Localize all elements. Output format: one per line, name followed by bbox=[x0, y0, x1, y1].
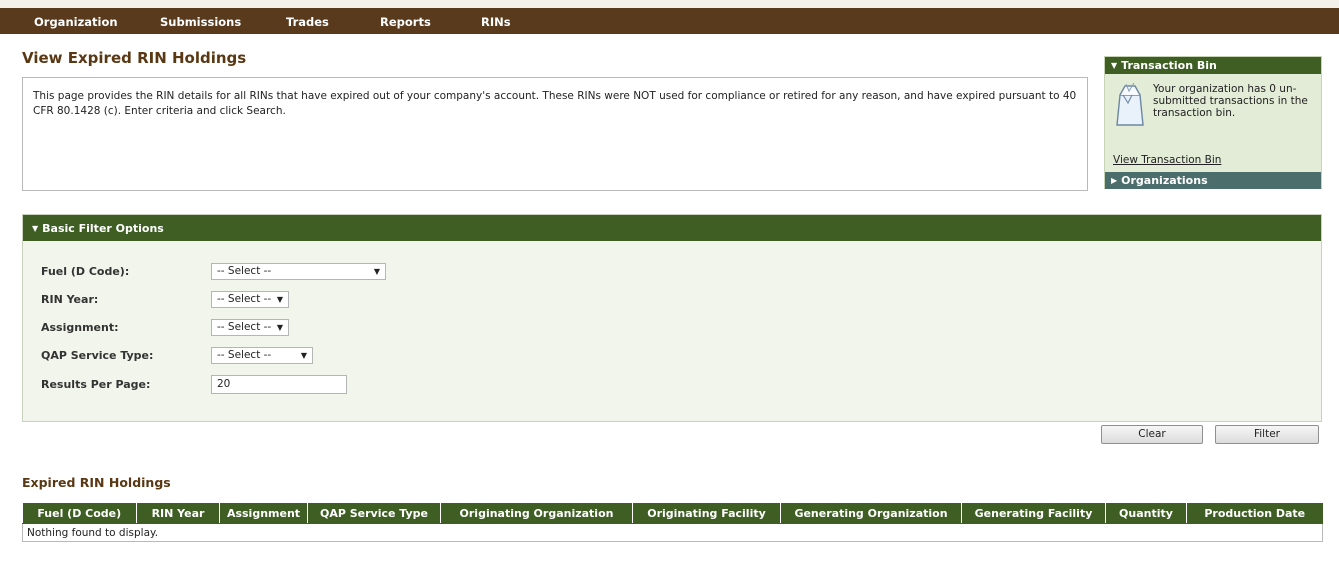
clear-button[interactable]: Clear bbox=[1101, 425, 1203, 444]
description-box: This page provides the RIN details for a… bbox=[22, 77, 1088, 191]
filter-panel-title: Basic Filter Options bbox=[42, 222, 164, 235]
filter-panel: ▼ Basic Filter Options Fuel (D Code): -- … bbox=[22, 214, 1322, 422]
column-header[interactable]: QAP Service Type bbox=[307, 503, 441, 524]
caret-down-icon: ▼ bbox=[276, 323, 283, 332]
organizations-header[interactable]: ▶ Organizations bbox=[1105, 172, 1321, 189]
column-header[interactable]: Generating Organization bbox=[780, 503, 962, 524]
results-per-page-label: Results Per Page: bbox=[41, 378, 151, 391]
triangle-right-icon: ▶ bbox=[1111, 176, 1118, 185]
assignment-label: Assignment: bbox=[41, 321, 119, 334]
column-header[interactable]: Quantity bbox=[1105, 503, 1187, 524]
nav-submissions[interactable]: Submissions bbox=[160, 8, 241, 34]
triangle-down-icon: ▼ bbox=[1111, 61, 1118, 70]
assignment-select[interactable]: -- Select -- ▼ bbox=[211, 319, 289, 336]
table-header-row: Fuel (D Code) RIN Year Assignment QAP Se… bbox=[22, 503, 1323, 524]
nav-trades[interactable]: Trades bbox=[286, 8, 329, 34]
triangle-down-icon: ▼ bbox=[32, 224, 39, 233]
organizations-title: Organizations bbox=[1121, 174, 1208, 187]
column-header[interactable]: Originating Organization bbox=[440, 503, 633, 524]
nav-rins[interactable]: RINs bbox=[481, 8, 511, 34]
fuel-code-select[interactable]: -- Select -- ▼ bbox=[211, 263, 386, 280]
column-header[interactable]: Fuel (D Code) bbox=[22, 503, 137, 524]
transaction-bin-title: Transaction Bin bbox=[1121, 59, 1217, 72]
column-header[interactable]: Assignment bbox=[219, 503, 308, 524]
caret-down-icon: ▼ bbox=[300, 351, 307, 360]
transaction-bin-header[interactable]: ▼ Transaction Bin bbox=[1105, 57, 1321, 74]
table-row: Nothing found to display. bbox=[22, 523, 1323, 542]
filter-button[interactable]: Filter bbox=[1215, 425, 1319, 444]
qap-service-type-label: QAP Service Type: bbox=[41, 349, 154, 362]
qap-service-type-select[interactable]: -- Select -- ▼ bbox=[211, 347, 313, 364]
results-per-page-input[interactable]: 20 bbox=[211, 375, 347, 394]
caret-down-icon: ▼ bbox=[276, 295, 283, 304]
filter-panel-header[interactable]: ▼ Basic Filter Options bbox=[23, 215, 1321, 241]
nav-reports[interactable]: Reports bbox=[380, 8, 431, 34]
column-header[interactable]: Generating Facility bbox=[961, 503, 1106, 524]
column-header[interactable]: Production Date bbox=[1186, 503, 1323, 524]
nav-bar: Organization Submissions Trades Reports … bbox=[0, 8, 1339, 34]
results-table: Fuel (D Code) RIN Year Assignment QAP Se… bbox=[22, 503, 1323, 542]
column-header[interactable]: RIN Year bbox=[136, 503, 220, 524]
assignment-value: -- Select -- bbox=[217, 321, 272, 333]
page-title: View Expired RIN Holdings bbox=[22, 49, 247, 67]
transaction-bin-message: Your organization has 0 un-submitted tra… bbox=[1153, 83, 1308, 119]
qap-service-type-value: -- Select -- bbox=[217, 349, 272, 361]
view-transaction-bin-link[interactable]: View Transaction Bin bbox=[1113, 154, 1221, 166]
caret-down-icon: ▼ bbox=[373, 267, 380, 276]
shopping-bag-icon bbox=[1116, 82, 1144, 126]
empty-message: Nothing found to display. bbox=[22, 523, 1323, 542]
fuel-code-value: -- Select -- bbox=[217, 265, 272, 277]
column-header[interactable]: Originating Facility bbox=[632, 503, 781, 524]
transaction-bin-panel: ▼ Transaction Bin Your organization has 0… bbox=[1104, 56, 1322, 189]
fuel-code-label: Fuel (D Code): bbox=[41, 265, 130, 278]
nav-organization[interactable]: Organization bbox=[34, 8, 118, 34]
rin-year-select[interactable]: -- Select -- ▼ bbox=[211, 291, 289, 308]
page-description: This page provides the RIN details for a… bbox=[33, 90, 1077, 117]
top-nav: Organization Submissions Trades Reports … bbox=[0, 0, 1339, 34]
rin-year-value: -- Select -- bbox=[217, 293, 272, 305]
rin-year-label: RIN Year: bbox=[41, 293, 99, 306]
results-title: Expired RIN Holdings bbox=[22, 475, 171, 490]
